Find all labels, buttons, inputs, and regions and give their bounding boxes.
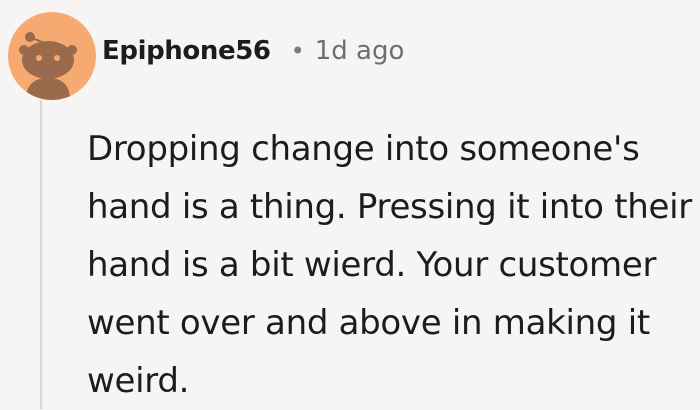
username[interactable]: Epiphone56	[102, 36, 271, 66]
meta-separator: •	[290, 37, 305, 65]
reddit-snoo-avatar-icon	[19, 32, 77, 100]
thread-line[interactable]	[40, 100, 42, 409]
timestamp[interactable]: 1d ago	[315, 36, 405, 66]
avatar[interactable]	[8, 12, 96, 100]
comment-text: Dropping change into someone's hand is a…	[87, 129, 692, 401]
comment-header: Epiphone56 • 1d ago	[8, 10, 404, 102]
comment-body: Dropping change into someone's hand is a…	[87, 120, 697, 410]
